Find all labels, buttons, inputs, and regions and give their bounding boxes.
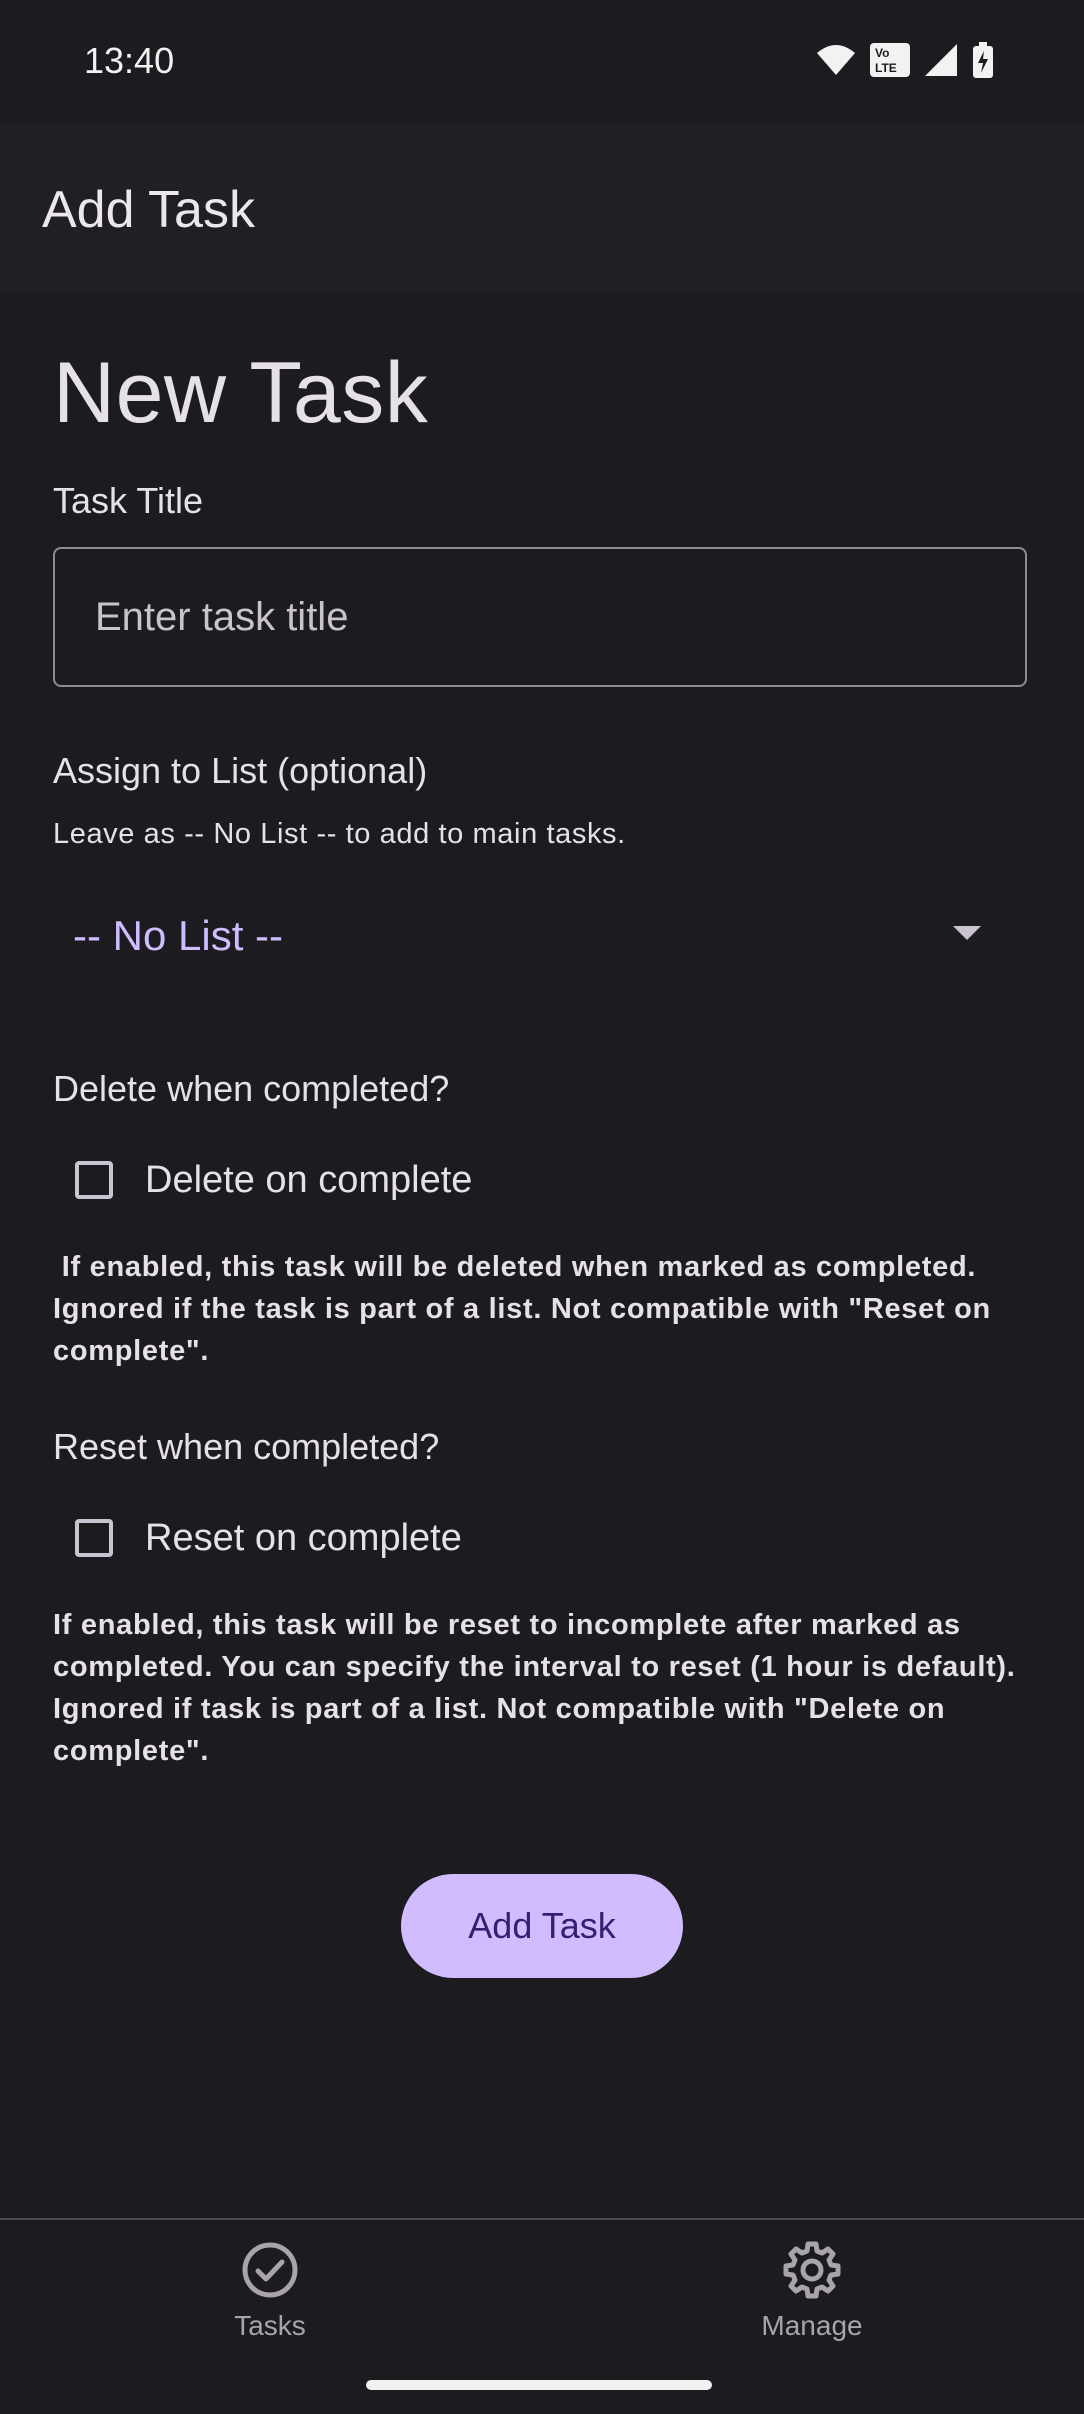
- list-dropdown[interactable]: -- No List --: [53, 890, 1031, 980]
- delete-on-complete-checkbox[interactable]: [75, 1161, 113, 1199]
- dropdown-arrow-icon: [953, 926, 981, 940]
- reset-on-complete-row[interactable]: Reset on complete: [75, 1508, 462, 1568]
- page-title: New Task: [53, 345, 429, 441]
- delete-on-complete-row[interactable]: Delete on complete: [75, 1150, 472, 1210]
- svg-text:Vo: Vo: [875, 46, 889, 60]
- reset-on-complete-note: If enabled, this task will be reset to i…: [53, 1609, 1016, 1767]
- add-task-button[interactable]: Add Task: [401, 1874, 683, 1978]
- wifi-icon: [816, 43, 856, 77]
- list-dropdown-value: -- No List --: [73, 912, 283, 959]
- home-indicator[interactable]: [366, 2380, 712, 2390]
- delete-on-complete-label: Delete on complete: [145, 1158, 473, 1201]
- assign-list-helper: Leave as -- No List -- to add to main ta…: [53, 818, 626, 850]
- status-icons: Vo LTE: [816, 42, 994, 78]
- task-title-label: Task Title: [53, 480, 204, 521]
- delete-when-completed-label: Delete when completed?: [53, 1068, 450, 1109]
- battery-charging-icon: [972, 42, 994, 78]
- volte-icon: Vo LTE: [870, 43, 910, 77]
- gear-icon: [712, 2240, 912, 2300]
- reset-when-completed-label: Reset when completed?: [53, 1426, 440, 1467]
- status-bar: 13:40 Vo LTE: [0, 0, 1084, 124]
- nav-item-manage[interactable]: Manage: [712, 2240, 912, 2342]
- delete-on-complete-note: If enabled, this task will be deleted wh…: [53, 1251, 991, 1367]
- check-circle-icon: [170, 2240, 370, 2300]
- signal-icon: [924, 43, 958, 77]
- nav-item-tasks[interactable]: Tasks: [170, 2240, 370, 2342]
- top-app-bar: Add Task: [0, 124, 1084, 292]
- nav-label-manage: Manage: [761, 2310, 863, 2341]
- assign-list-label: Assign to List (optional): [53, 750, 428, 791]
- reset-on-complete-label: Reset on complete: [145, 1516, 462, 1559]
- svg-text:LTE: LTE: [875, 61, 897, 75]
- task-title-input[interactable]: [53, 547, 1027, 687]
- app-bar-title: Add Task: [42, 181, 255, 239]
- nav-label-tasks: Tasks: [234, 2310, 306, 2341]
- status-time: 13:40: [84, 40, 175, 81]
- reset-on-complete-checkbox[interactable]: [75, 1519, 113, 1557]
